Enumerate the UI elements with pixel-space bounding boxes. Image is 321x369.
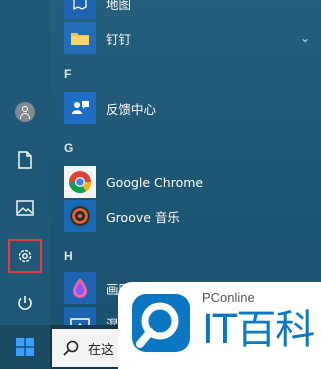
search-logo-icon — [132, 294, 190, 352]
start-button[interactable] — [0, 325, 50, 369]
chrome-icon — [64, 166, 96, 198]
power-button[interactable] — [8, 286, 42, 320]
section-letter-g[interactable]: G — [64, 141, 73, 155]
app-item-map[interactable]: 地图 — [64, 0, 314, 20]
search-input[interactable]: 在这 — [88, 339, 114, 358]
app-item-groove-music[interactable]: Groove 音乐 — [64, 199, 314, 233]
watermark-site: PConline — [202, 290, 255, 305]
app-label: 钉钉 — [106, 31, 132, 47]
app-item-google-chrome[interactable]: Google Chrome — [64, 165, 314, 199]
section-letter-f[interactable]: F — [64, 67, 71, 81]
app-label: Groove 音乐 — [106, 209, 180, 225]
power-icon — [18, 296, 32, 310]
watermark-brand: IT百科 — [202, 307, 315, 353]
document-icon — [18, 151, 32, 169]
documents-button[interactable] — [8, 143, 42, 177]
gear-icon — [18, 249, 32, 263]
section-letter-h[interactable]: H — [64, 249, 73, 263]
settings-button[interactable] — [8, 239, 42, 273]
user-account-button[interactable] — [8, 95, 42, 129]
map-icon — [64, 0, 96, 19]
app-list: 地图 钉钉 ⌄ F 反馈中心 G Google Chrome Groove 音乐… — [50, 0, 321, 339]
user-icon — [15, 102, 35, 122]
app-item-dingtalk-folder[interactable]: 钉钉 ⌄ — [64, 21, 314, 55]
chevron-down-icon[interactable]: ⌄ — [300, 31, 310, 45]
app-label: 反馈中心 — [106, 101, 157, 117]
paint-3d-icon — [64, 272, 96, 304]
pconline-watermark: PConline IT百科 — [118, 282, 321, 369]
windows-logo-icon — [16, 338, 34, 356]
app-label: Google Chrome — [106, 174, 204, 190]
app-label: 地图 — [106, 0, 132, 12]
start-left-rail — [0, 0, 50, 325]
feedback-hub-icon — [64, 92, 96, 124]
start-menu: 地图 钉钉 ⌄ F 反馈中心 G Google Chrome Groove 音乐… — [0, 0, 321, 339]
folder-icon — [64, 22, 96, 54]
search-icon — [63, 340, 79, 356]
groove-music-icon — [64, 200, 96, 232]
picture-icon — [16, 200, 34, 216]
app-item-feedback-hub[interactable]: 反馈中心 — [64, 91, 314, 125]
pictures-button[interactable] — [8, 191, 42, 225]
